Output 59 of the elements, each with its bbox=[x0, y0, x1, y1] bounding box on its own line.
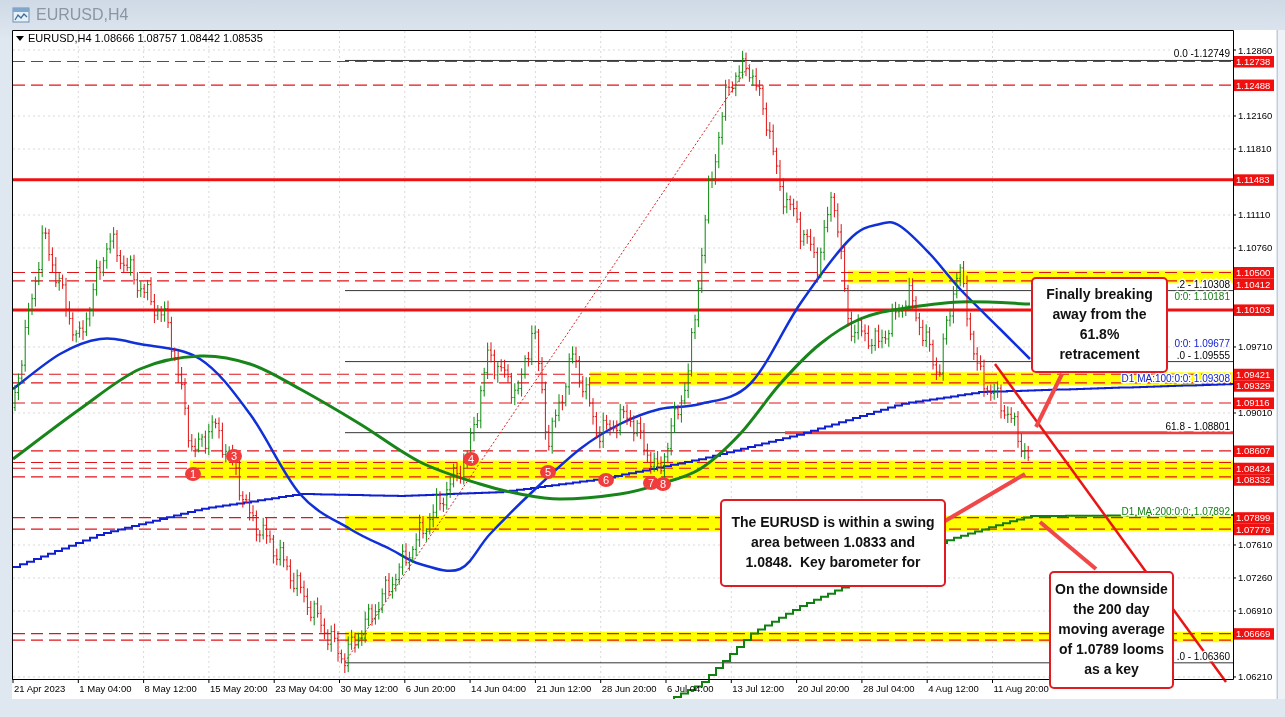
callout: The EURUSD is within a swing area between 1.0833 and 1.0848. Key barometer for bbox=[720, 499, 946, 587]
time-axis-label: 28 Jul 04:00 bbox=[862, 683, 915, 694]
level-label: .0 - 1.09555 bbox=[1176, 349, 1230, 361]
time-axis-label: 14 Jun 04:00 bbox=[471, 683, 527, 694]
price-axis-label: 1.06910 bbox=[1238, 605, 1273, 617]
price-axis-label: 1.12160 bbox=[1238, 110, 1273, 122]
time-axis-label: 23 May 04:00 bbox=[275, 683, 333, 694]
price-tag: 1.11483 bbox=[1234, 174, 1274, 186]
callout: Finally breaking away from the 61.8% retracement bbox=[1031, 277, 1168, 373]
price-tag: 1.09329 bbox=[1234, 380, 1274, 392]
chart-window-icon bbox=[12, 7, 30, 23]
price-axis-label: 1.11110 bbox=[1238, 209, 1271, 221]
level-label: 0:0: 1.10181 bbox=[1174, 290, 1230, 302]
time-axis-label: 20 Jul 20:00 bbox=[797, 683, 850, 694]
level-label: 0:0: 1.09677 bbox=[1174, 338, 1230, 350]
price-tag: 1.07899 bbox=[1234, 512, 1274, 524]
price-tag: 1.12738 bbox=[1234, 56, 1274, 68]
numbered-marker: 4 bbox=[463, 452, 479, 466]
time-axis-label: 6 Jun 20:00 bbox=[405, 683, 456, 694]
price-tag: 1.06669 bbox=[1234, 628, 1274, 640]
numbered-marker: 5 bbox=[540, 465, 556, 479]
price-tag: 1.08424 bbox=[1234, 462, 1274, 475]
price-axis-label: 1.07260 bbox=[1238, 572, 1273, 584]
numbered-marker: 1 bbox=[185, 467, 201, 481]
price-tag: 1.08332 bbox=[1234, 474, 1274, 486]
price-tag: 1.10103 bbox=[1234, 304, 1274, 316]
price-axis-label: 1.09710 bbox=[1238, 341, 1273, 353]
time-axis-label: 13 Jul 12:00 bbox=[732, 683, 785, 694]
price-axis-label: 1.10760 bbox=[1238, 242, 1273, 254]
time-axis-label: 21 Jun 12:00 bbox=[536, 683, 592, 694]
price-axis-label: 1.12860 bbox=[1238, 44, 1273, 56]
window-title: EURUSD,H4 bbox=[36, 6, 129, 24]
level-label: D1 MA:100:0:0: 1.09308 bbox=[1121, 372, 1230, 384]
time-axis-label: 21 Apr 2023 bbox=[14, 683, 66, 694]
price-tag: 1.08607 bbox=[1234, 445, 1274, 457]
time-axis-label: 8 May 12:00 bbox=[144, 683, 197, 694]
chart-header: EURUSD,H4 1.08666 1.08757 1.08442 1.08535 bbox=[28, 32, 263, 44]
caret-icon[interactable] bbox=[16, 36, 24, 41]
price-axis-label: 1.09010 bbox=[1238, 407, 1273, 419]
price-axis-label: 1.06210 bbox=[1238, 671, 1273, 683]
level-label: 61.8 - 1.08801 bbox=[1165, 420, 1230, 432]
time-axis-label: 28 Jun 20:00 bbox=[601, 683, 657, 694]
price-tag: 1.09116 bbox=[1234, 397, 1274, 409]
time-axis-label: 6 Jul 04:00 bbox=[667, 683, 714, 694]
numbered-marker: 3 bbox=[226, 449, 242, 463]
time-axis-label: 1 May 04:00 bbox=[79, 683, 132, 694]
callout: On the downside the 200 day moving average of 1.0789 looms as a key bbox=[1049, 571, 1174, 689]
numbered-marker: 6 bbox=[598, 473, 614, 487]
price-tag: 1.12488 bbox=[1234, 79, 1274, 92]
level-label: 0.0 -1.12749 bbox=[1173, 48, 1230, 60]
price-tag: 1.09421 bbox=[1234, 368, 1274, 381]
time-axis-label: 4 Aug 12:00 bbox=[928, 683, 979, 694]
numbered-marker: 8 bbox=[655, 477, 671, 491]
time-axis-label: 30 May 12:00 bbox=[340, 683, 399, 694]
price-axis-label: 1.11810 bbox=[1238, 143, 1272, 155]
time-axis-label: 11 Aug 20:00 bbox=[993, 683, 1049, 694]
price-axis-label: 1.07610 bbox=[1238, 539, 1273, 551]
time-axis-label: 15 May 20:00 bbox=[209, 683, 268, 694]
price-tag: 1.10500 bbox=[1234, 267, 1274, 279]
